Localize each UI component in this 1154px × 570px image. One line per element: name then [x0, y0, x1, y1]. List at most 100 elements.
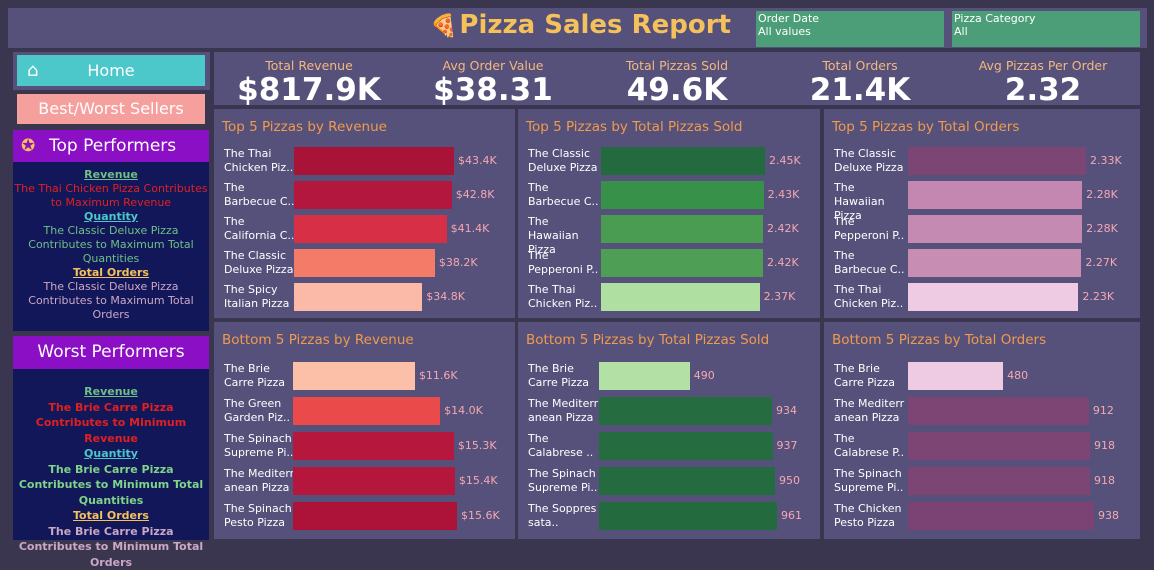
worst-orders-text: The Brie Carre Pizza Contributes to Mini… — [13, 524, 209, 570]
bar[interactable] — [293, 362, 415, 390]
worst-performers-panel: Revenue The Brie Carre Pizza Contributes… — [13, 369, 209, 540]
bar-value-label: 2.42K — [767, 249, 799, 277]
bar[interactable] — [599, 467, 775, 495]
bar-value-label: 2.33K — [1090, 147, 1122, 175]
bar[interactable] — [908, 432, 1090, 460]
pizza-category-filter[interactable]: Pizza Category All — [952, 11, 1140, 47]
kpi-avg-order-value: Avg Order Value $38.31 — [398, 58, 588, 107]
bar-label: The Calabrese .. — [528, 432, 600, 460]
bar[interactable] — [601, 147, 765, 175]
worst-quantity-text: The Brie Carre Pizza Contributes to Mini… — [13, 462, 209, 509]
kpi-value: $817.9K — [214, 73, 404, 107]
bar[interactable] — [294, 283, 422, 311]
chart-bottom5-revenue: Bottom 5 Pizzas by Revenue The Brie Carr… — [214, 322, 515, 539]
bar-value-label: 937 — [777, 432, 798, 460]
chart-title: Bottom 5 Pizzas by Revenue — [222, 332, 414, 348]
bar[interactable] — [294, 181, 452, 209]
bar[interactable] — [601, 215, 763, 243]
top-performers-panel: Revenue The Thai Chicken Pizza Contribut… — [13, 162, 209, 331]
chart-top5-pizzas-sold: Top 5 Pizzas by Total Pizzas Sold The Cl… — [518, 109, 820, 318]
bar-value-label: 2.27K — [1085, 249, 1117, 277]
chart-title: Top 5 Pizzas by Revenue — [222, 119, 387, 135]
worst-revenue-text: The Brie Carre Pizza Contributes to Mini… — [13, 400, 209, 447]
kpi-label: Avg Order Value — [398, 58, 588, 73]
bar[interactable] — [294, 215, 447, 243]
bar[interactable] — [601, 249, 763, 277]
chart-title: Top 5 Pizzas by Total Orders — [832, 119, 1019, 135]
bar[interactable] — [908, 502, 1094, 530]
bar-label: The Green Garden Piz.. — [224, 397, 296, 425]
bar-value-label: $11.6K — [419, 362, 458, 390]
bar[interactable] — [599, 397, 772, 425]
chart-title: Top 5 Pizzas by Total Pizzas Sold — [526, 119, 743, 135]
bar-label: The Classic Deluxe Pizza — [224, 249, 296, 277]
bar-label: The Thai Chicken Piz.. — [224, 147, 296, 175]
bar-value-label: $43.4K — [458, 147, 497, 175]
bar[interactable] — [908, 362, 1003, 390]
bar-label: The Pepperoni P.. — [834, 215, 906, 243]
kpi-label: Total Revenue — [214, 58, 404, 73]
bar-label: The Spinach Supreme Pi.. — [528, 467, 600, 495]
bar-value-label: 918 — [1094, 467, 1115, 495]
bar-value-label: 2.45K — [769, 147, 801, 175]
kpi-label: Total Orders — [765, 58, 955, 73]
bar-value-label: 2.23K — [1082, 283, 1114, 311]
bar[interactable] — [294, 147, 454, 175]
bar[interactable] — [908, 397, 1089, 425]
bar[interactable] — [908, 249, 1081, 277]
order-date-filter-label: Order Date — [758, 12, 942, 25]
bar-value-label: $15.6K — [461, 502, 500, 530]
bar-value-label: $15.3K — [458, 432, 497, 460]
bar-value-label: $34.8K — [426, 283, 465, 311]
bar[interactable] — [601, 283, 760, 311]
bar-value-label: $14.0K — [444, 397, 483, 425]
bar[interactable] — [908, 283, 1078, 311]
bar[interactable] — [293, 397, 440, 425]
bar-value-label: 912 — [1093, 397, 1114, 425]
home-button[interactable]: ⌂ Home — [17, 55, 205, 86]
bar-value-label: 2.42K — [767, 215, 799, 243]
bar-label: The Classic Deluxe Pizza — [528, 147, 600, 175]
bar[interactable] — [293, 467, 455, 495]
worst-revenue-heading: Revenue — [13, 384, 209, 400]
bar-value-label: $42.8K — [456, 181, 495, 209]
bar[interactable] — [908, 215, 1082, 243]
bar-value-label: 950 — [779, 467, 800, 495]
bar-label: The Calabrese P.. — [834, 432, 906, 460]
bar[interactable] — [294, 249, 435, 277]
bar-label: The Barbecue C.. — [224, 181, 296, 209]
bar-label: The Classic Deluxe Pizza — [834, 147, 906, 175]
order-date-filter[interactable]: Order Date All values — [756, 11, 944, 47]
pizza-category-filter-label: Pizza Category — [954, 12, 1138, 25]
bar[interactable] — [908, 147, 1086, 175]
bar-value-label: $15.4K — [459, 467, 498, 495]
bar[interactable] — [601, 181, 764, 209]
bar-label: The Brie Carre Pizza — [528, 362, 600, 390]
best-worst-sellers-button[interactable]: Best/Worst Sellers — [17, 94, 205, 124]
bar-value-label: 2.28K — [1086, 215, 1118, 243]
kpi-value: 21.4K — [765, 73, 955, 107]
pizza-category-filter-value[interactable]: All — [954, 25, 1138, 38]
bar[interactable] — [599, 502, 777, 530]
bar[interactable] — [293, 432, 454, 460]
order-date-filter-value[interactable]: All values — [758, 25, 942, 38]
home-button-label: Home — [87, 61, 134, 80]
bar[interactable] — [293, 502, 457, 530]
kpi-label: Total Pizzas Sold — [582, 58, 772, 73]
bar[interactable] — [908, 467, 1090, 495]
bar-value-label: 490 — [694, 362, 715, 390]
bar[interactable] — [599, 362, 690, 390]
bar[interactable] — [599, 432, 773, 460]
top-quantity-heading: Quantity — [13, 210, 209, 224]
bar-label: The Mediterr anean Pizza — [528, 397, 600, 425]
bar-value-label: 480 — [1007, 362, 1028, 390]
bar[interactable] — [908, 181, 1082, 209]
worst-performers-title: Worst Performers — [37, 342, 184, 362]
kpi-value: $38.31 — [398, 73, 588, 107]
bar-label: The Barbecue C.. — [834, 249, 906, 277]
bar-value-label: $38.2K — [439, 249, 478, 277]
medal-icon: ✪ — [21, 130, 35, 162]
bar-value-label: 2.43K — [768, 181, 800, 209]
top-performers-title: Top Performers — [49, 130, 176, 162]
top-revenue-heading: Revenue — [13, 168, 209, 182]
